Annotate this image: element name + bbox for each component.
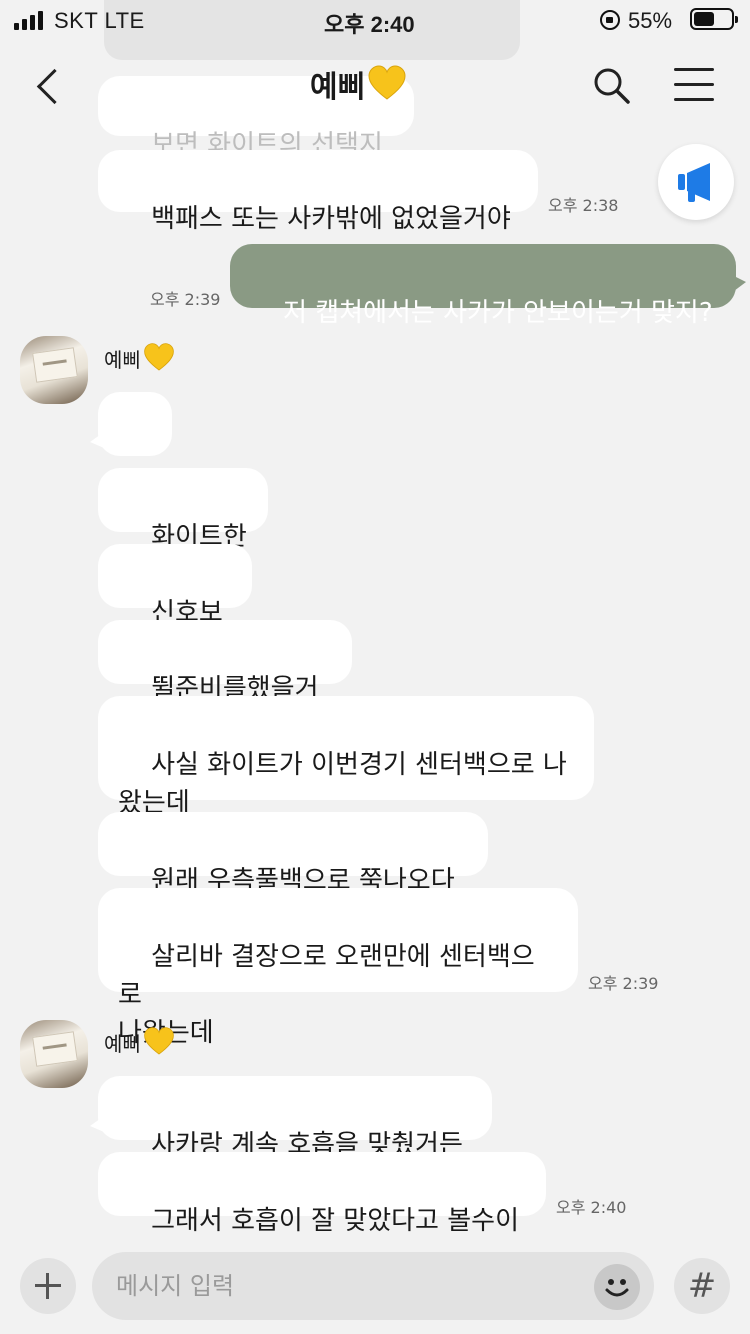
chat-header: 예삐 — [0, 50, 750, 120]
clock: 오후 2:40 — [324, 12, 415, 37]
message-bubble[interactable]: 백패스 또는 사카밖에 없었을거야 — [98, 150, 538, 234]
avatar[interactable] — [20, 1020, 88, 1088]
sender-name: 예삐 — [104, 1026, 175, 1058]
menu-button[interactable] — [670, 64, 718, 108]
message-text: 저 캡쳐에서는 사카가 안보이는거 맞지? — [283, 298, 713, 328]
message-input[interactable] — [92, 1252, 654, 1320]
yellow-heart-icon — [368, 65, 406, 100]
smiley-icon — [605, 1279, 629, 1297]
search-icon — [594, 68, 630, 104]
message-bubble[interactable]: 살리바 결장으로 오랜만에 센터백으로 나왔는데 — [98, 888, 578, 1048]
sender-name-text: 예삐 — [104, 347, 141, 372]
message-bubble[interactable]: 사카랑 계속 호흡을 맞췄거든용 — [90, 1076, 492, 1198]
orientation-lock-icon — [600, 10, 620, 30]
chat-title: 예삐 — [310, 62, 407, 106]
signal-icon — [14, 10, 43, 30]
sender-name-text: 예삐 — [104, 1031, 141, 1056]
search-button[interactable] — [590, 64, 634, 108]
megaphone-icon — [678, 163, 710, 202]
chat-title-text: 예삐 — [310, 70, 366, 105]
message-text: 살리바 결장으로 오랜만에 센터백으로 나왔는데 — [118, 942, 535, 1048]
avatar[interactable] — [20, 336, 88, 404]
yellow-heart-icon — [144, 343, 174, 371]
message-bubble[interactable]: 사실 화이트가 이번경기 센터백으로 나 왔는데 — [98, 696, 594, 818]
my-message-bubble[interactable]: 저 캡쳐에서는 사카가 안보이는거 맞지? — [230, 244, 746, 328]
message-input-bar: # — [0, 1240, 750, 1334]
status-bar: SKT LTE 오후 2:40 55% — [0, 0, 750, 60]
message-bubble[interactable]: 화이트한테 — [98, 468, 268, 590]
menu-icon — [674, 83, 714, 86]
yellow-heart-icon — [144, 1027, 174, 1055]
carrier-label: SKT LTE — [54, 8, 145, 33]
message-text: 백패스 또는 사카밖에 없었을거야 — [151, 204, 511, 234]
message-bubble[interactable]: 신호보내고 — [98, 544, 252, 666]
message-timestamp: 오후 2:39 — [150, 290, 221, 309]
notice-button[interactable] — [658, 144, 734, 220]
message-bubble[interactable]: 뛸준비를했을거야 — [98, 620, 352, 742]
message-bubble[interactable]: 그래서 호흡이 잘 맞았다고 볼수이떠 — [98, 1152, 546, 1274]
battery-percent: 55% — [628, 8, 673, 33]
message-text: 사실 화이트가 이번경기 센터백으로 나 왔는데 — [118, 750, 567, 818]
message-timestamp: 오후 2:39 — [588, 974, 659, 993]
hashtag-button[interactable]: # — [674, 1258, 730, 1314]
message-bubble[interactable]: 원래 우측풀백으로 쭉나오다가 — [98, 812, 488, 934]
chat-area[interactable]: 보면 화이트의 선택지가 백패스 또는 사카밖에 없었을거야 오후 2:38 오… — [0, 0, 750, 1274]
attach-button[interactable] — [20, 1258, 76, 1314]
emoji-button[interactable] — [594, 1264, 640, 1310]
menu-icon — [674, 98, 714, 101]
message-bubble[interactable]: 넵! — [90, 392, 172, 514]
message-timestamp: 오후 2:38 — [548, 196, 619, 215]
battery-icon — [690, 8, 738, 30]
message-timestamp: 오후 2:40 — [556, 1198, 627, 1217]
back-button[interactable] — [28, 60, 72, 110]
sender-name: 예삐 — [104, 342, 175, 374]
menu-icon — [674, 68, 714, 71]
